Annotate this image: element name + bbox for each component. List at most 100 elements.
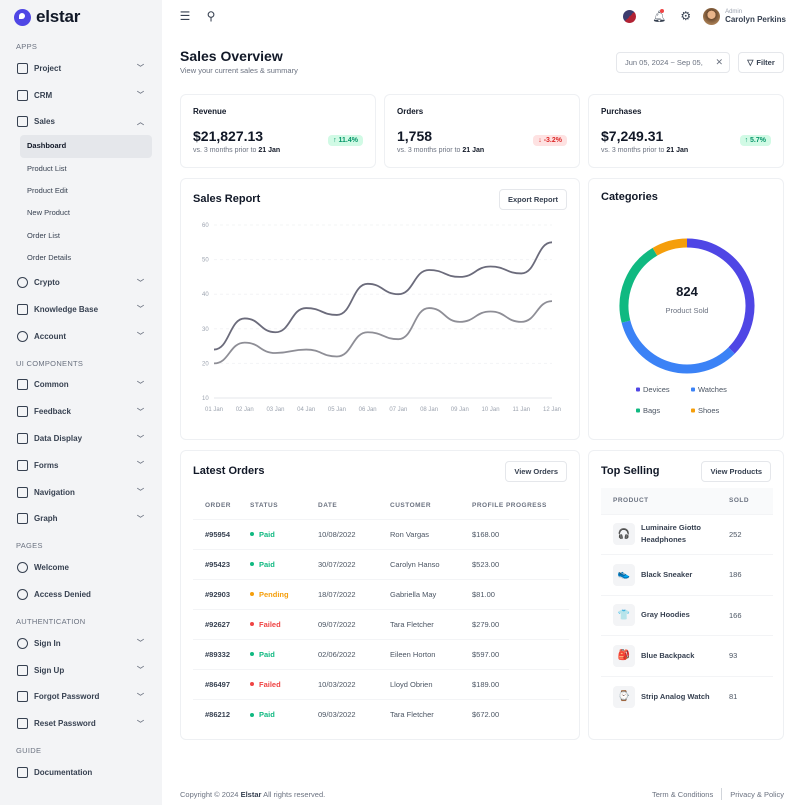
shield-check-icon [17,637,28,649]
page-title: Sales Overview [180,48,283,64]
list-item[interactable]: 👟 Black Sneaker 186 [601,554,773,596]
sidebar-item-welcome[interactable]: Welcome [0,554,162,581]
list-item[interactable]: 🎧 Luminaire Giotto Headphones 252 [601,514,773,555]
product-name[interactable]: Blue Backpack [641,650,694,662]
user-info[interactable]: Admin Carolyn Perkins [725,9,786,24]
column-header[interactable]: CUSTOMER [390,493,472,519]
bell-icon[interactable]: 🔔︎ [652,9,666,23]
view-products-button[interactable]: View Products [701,461,771,482]
section-title: PAGES [16,541,43,551]
product-name[interactable]: Gray Hoodies [641,609,690,621]
sidebar-subitem-order-list[interactable]: Order List [0,225,162,247]
table-row[interactable]: #92903 Pending 18/07/2022 Gabriella May … [193,578,569,609]
order-id[interactable]: #92627 [193,608,250,639]
section-title: APPS [16,42,38,51]
avatar[interactable] [703,7,721,25]
search-icon[interactable]: ⚲ [204,9,218,23]
sidebar-item-documentation[interactable]: Documentation [0,759,162,786]
product-sold: 81 [729,692,738,701]
sidebar-subitem-order-details[interactable]: Order Details [0,247,162,269]
sidebar-item-label: Navigation [34,487,75,497]
x-tick-label: 06 Jan [359,407,377,413]
status-dot-icon [250,622,254,627]
sidebar-item-feedback[interactable]: Feedback ﹀ [0,398,162,425]
table-row[interactable]: #92627 Failed 09/07/2022 Tara Fletcher $… [193,608,569,639]
order-date: 10/03/2022 [318,668,390,699]
order-id[interactable]: #95423 [193,548,250,579]
order-status: Paid [250,698,318,729]
sidebar-item-crypto[interactable]: Crypto ﹀ [0,269,162,296]
stat-card-purchases: Purchases $7,249.31 vs. 3 months prior t… [588,94,784,168]
sidebar-subitem-new-product[interactable]: New Product [0,202,162,224]
sneaker-icon: 👟 [613,563,635,586]
sidebar-item-common[interactable]: Common ﹀ [0,372,162,399]
order-date: 10/08/2022 [318,518,390,549]
sidebar-item-forms[interactable]: Forms ﹀ [0,452,162,479]
view-orders-button[interactable]: View Orders [505,461,567,482]
table-row[interactable]: #89332 Paid 02/06/2022 Eileen Horton $59… [193,638,569,669]
book-icon [17,303,28,315]
list-item[interactable]: ⌚ Strip Analog Watch 81 [601,676,773,717]
donut-center-label: Product Sold [666,306,709,315]
sidebar-item-sign-in[interactable]: Sign In ﹀ [0,630,162,657]
product-sold: 166 [729,610,742,620]
legend-label: Watches [698,385,727,394]
terms-link[interactable]: Term & Conditions [652,790,713,800]
date-range-picker[interactable]: Jun 05, 2024 ~ Sep 05, ✕ [616,52,730,73]
list-item[interactable]: 👕 Gray Hoodies 166 [601,595,773,636]
flag-icon[interactable] [623,9,637,23]
table-row[interactable]: #86212 Paid 09/03/2022 Tara Fletcher $67… [193,698,569,729]
product-name[interactable]: Strip Analog Watch [641,691,710,703]
order-customer: Tara Fletcher [390,608,472,639]
sidebar-item-graph[interactable]: Graph ﹀ [0,506,162,533]
sidebar-subitem-dashboard[interactable]: Dashboard [20,135,152,158]
product-name[interactable]: Luminaire Giotto Headphones [641,522,729,546]
sidebar-item-knowledge-base[interactable]: Knowledge Base ﹀ [0,296,162,323]
latest-orders-title: Latest Orders [193,465,265,477]
sidebar-item-access-denied[interactable]: Access Denied [0,581,162,608]
sidebar-subitem-product-list[interactable]: Product List [0,158,162,180]
table-row[interactable]: #95423 Paid 30/07/2022 Carolyn Hanso $52… [193,548,569,579]
order-id[interactable]: #95954 [193,518,250,549]
chat-icon [17,406,28,418]
sidebar-item-forgot-password[interactable]: Forgot Password ﹀ [0,684,162,711]
order-id[interactable]: #86212 [193,698,250,729]
privacy-link[interactable]: Privacy & Policy [730,790,784,800]
order-customer: Gabriella May [390,578,472,609]
trending-up-icon [17,116,28,128]
order-customer: Tara Fletcher [390,698,472,729]
clear-icon[interactable]: ✕ [715,57,723,68]
sidebar-item-data-display[interactable]: Data Display ﹀ [0,425,162,452]
sidebar-item-label: Common [34,380,69,390]
sidebar-item-sign-up[interactable]: Sign Up ﹀ [0,657,162,684]
sidebar-item-crm[interactable]: CRM ﹀ [0,82,162,109]
order-amount: $189.00 [472,668,569,699]
sidebar-item-navigation[interactable]: Navigation ﹀ [0,479,162,506]
list-item[interactable]: 🎒 Blue Backpack 93 [601,635,773,677]
column-header[interactable]: PROFILE PROGRESS [472,493,569,519]
order-id[interactable]: #89332 [193,638,250,669]
column-header[interactable]: DATE [318,493,390,519]
sidebar-item-project[interactable]: Project ﹀ [0,55,162,82]
status-dot-icon [250,592,254,597]
settings-icon[interactable]: ⚙ [680,9,691,23]
column-header[interactable]: STATUS [250,493,318,519]
sidebar-subitem-product-edit[interactable]: Product Edit [0,180,162,202]
trend-badge: ↓ -3.2% [533,135,567,146]
hoodie-icon: 👕 [613,604,635,627]
filter-button[interactable]: ▽ Filter [738,52,784,73]
brand-logo[interactable]: elstar [0,1,162,33]
pie-chart-icon [17,513,28,525]
menu-icon[interactable]: ☰ [178,9,192,23]
column-header[interactable]: ORDER [193,493,250,519]
order-id[interactable]: #86497 [193,668,250,699]
product-name[interactable]: Black Sneaker [641,569,692,581]
sidebar-item-sales[interactable]: Sales ︿ [0,109,162,136]
table-row[interactable]: #86497 Failed 10/03/2022 Lloyd Obrien $1… [193,668,569,699]
order-id[interactable]: #92903 [193,578,250,609]
sidebar-item-account[interactable]: Account ﹀ [0,323,162,350]
y-tick-label: 10 [202,396,209,402]
table-row[interactable]: #95954 Paid 10/08/2022 Ron Vargas $168.0… [193,518,569,549]
sidebar-item-reset-password[interactable]: Reset Password ﹀ [0,710,162,737]
product-sold: 186 [729,570,742,580]
